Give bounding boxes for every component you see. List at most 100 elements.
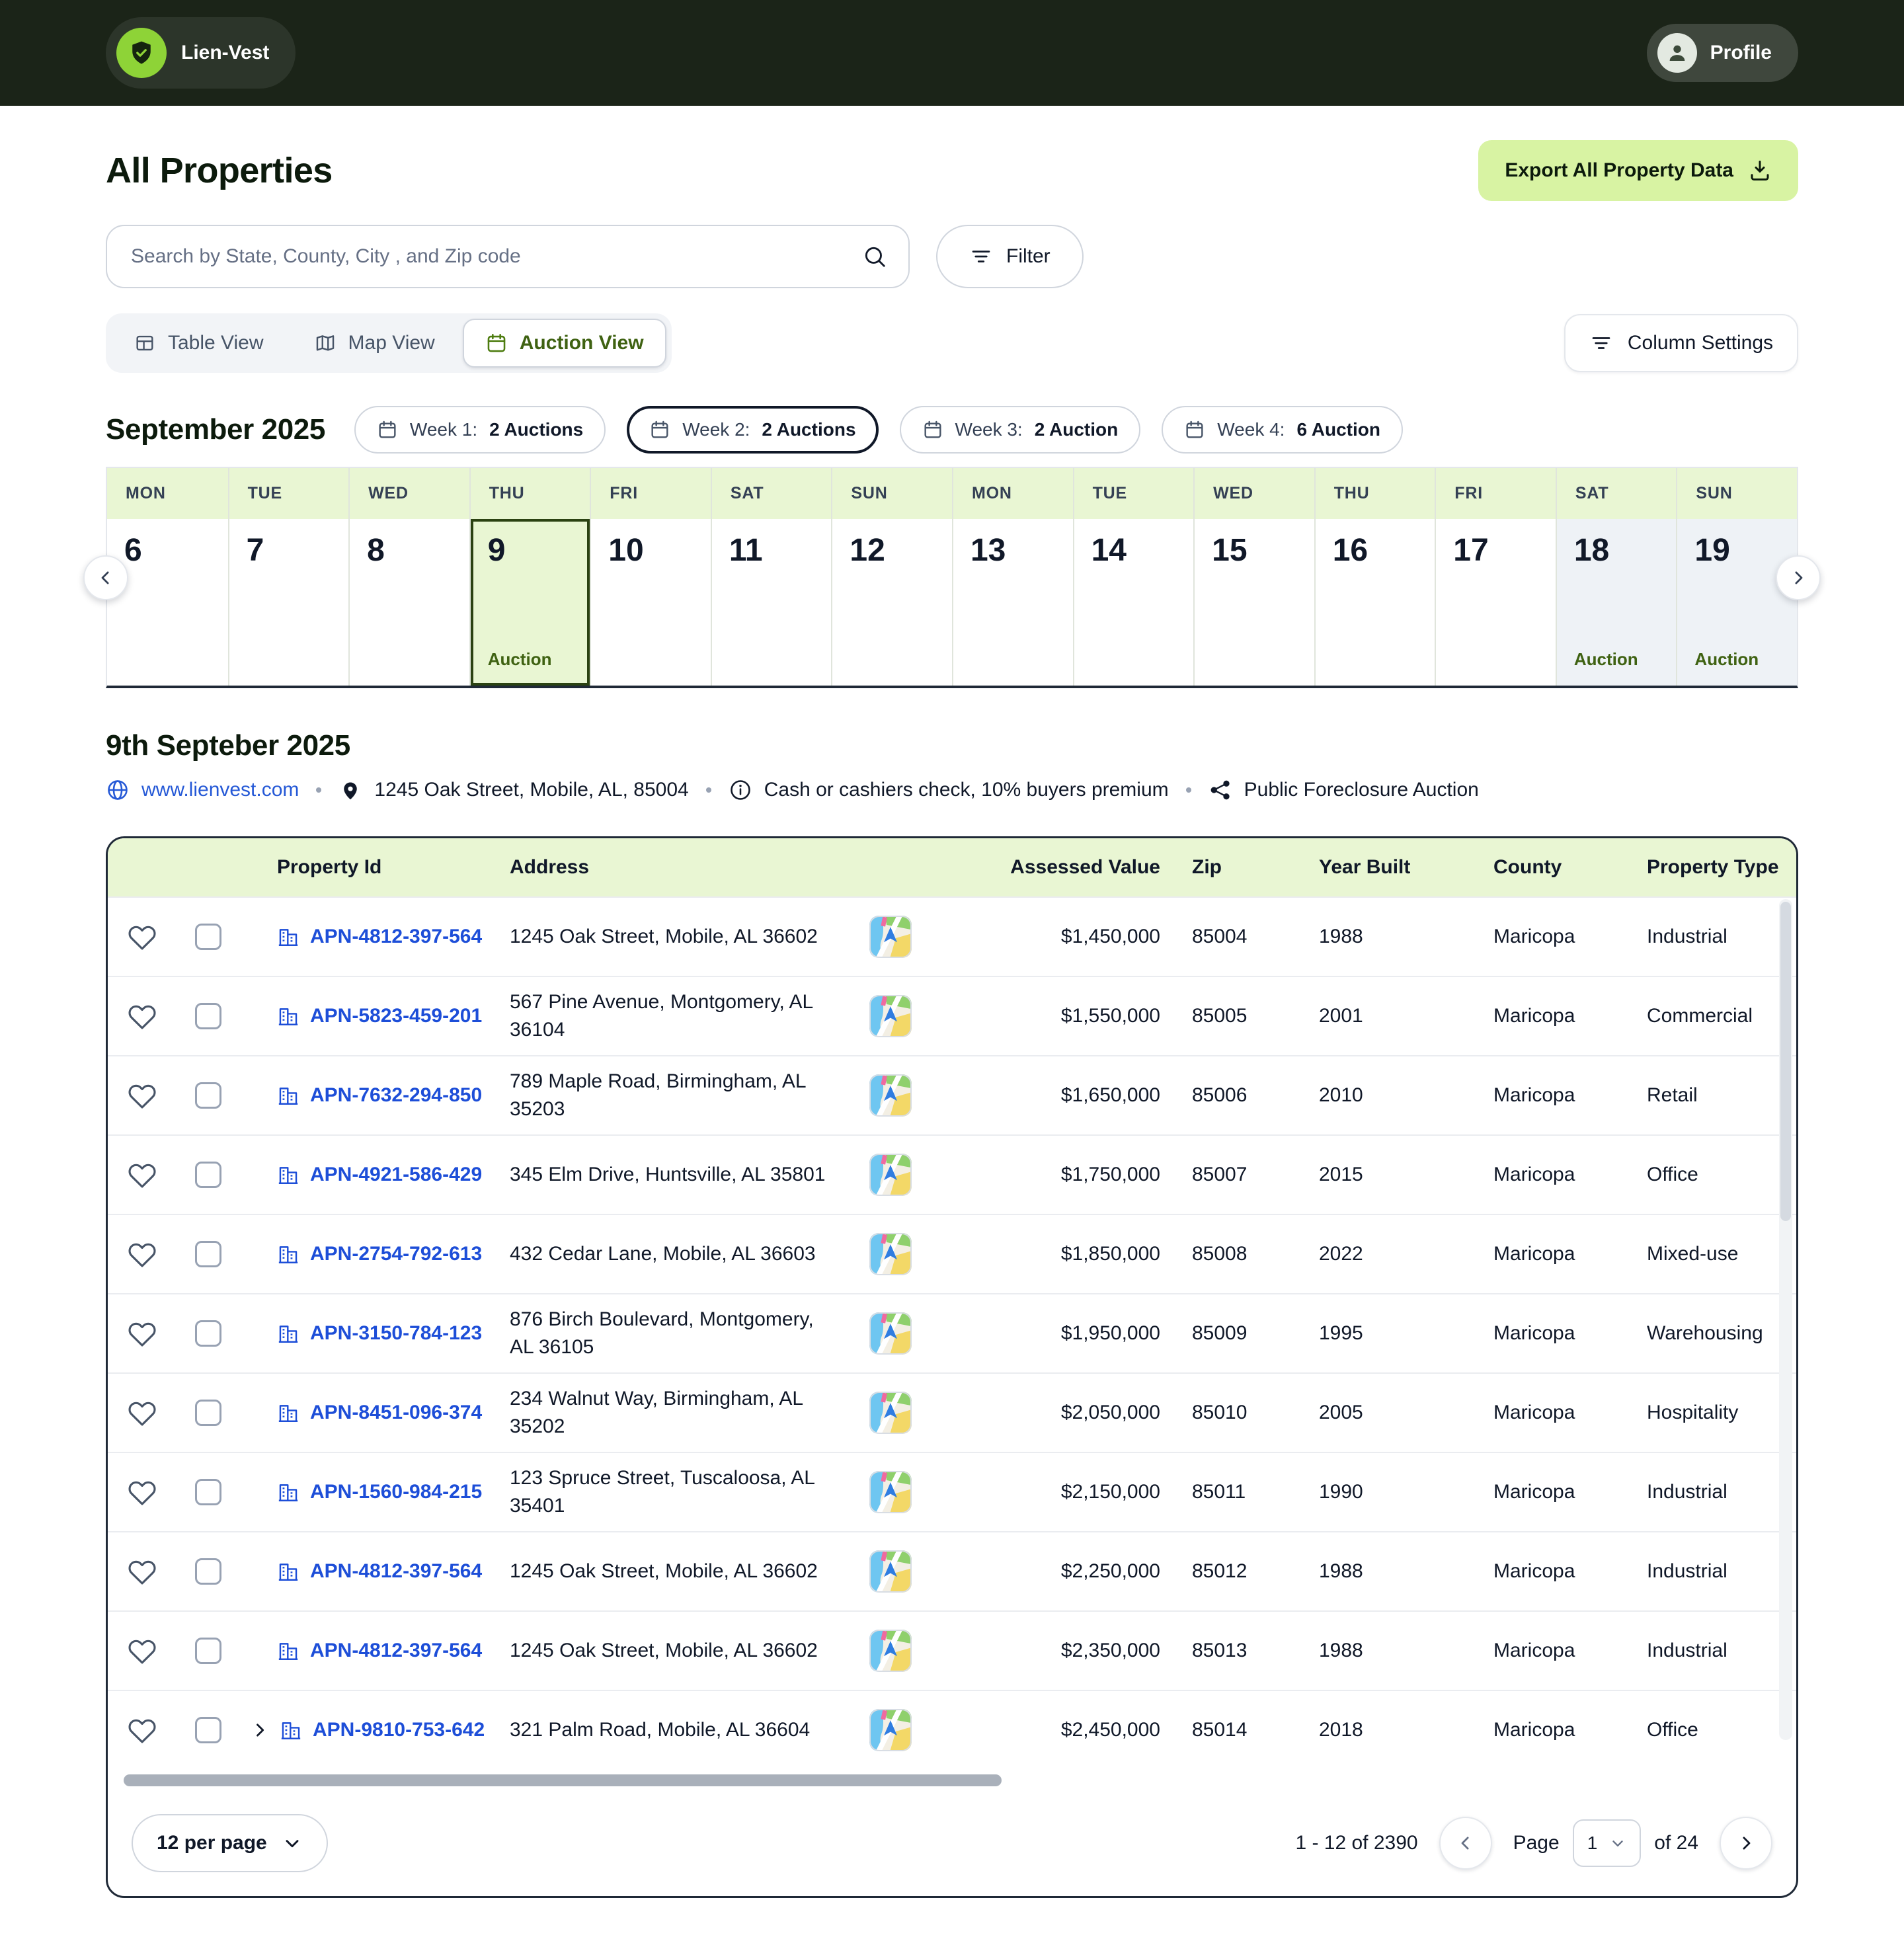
- row-checkbox[interactable]: [195, 1003, 221, 1029]
- map-preview-icon[interactable]: [869, 1074, 912, 1117]
- favorite-button[interactable]: [128, 1002, 157, 1031]
- property-id-link[interactable]: APN-4812-397-564: [310, 1560, 482, 1583]
- brand-name: Lien-Vest: [181, 42, 269, 64]
- calendar-next-button[interactable]: [1776, 555, 1821, 600]
- property-id-link[interactable]: APN-8451-096-374: [310, 1402, 482, 1424]
- property-id-link[interactable]: APN-4812-397-564: [310, 1640, 482, 1662]
- property-type-cell: Commercial: [1647, 1005, 1796, 1027]
- row-checkbox[interactable]: [195, 1082, 221, 1109]
- pagination-next-button[interactable]: [1720, 1817, 1772, 1870]
- calendar-column: TUE 14: [1073, 468, 1194, 686]
- horizontal-scrollbar-thumb[interactable]: [124, 1774, 1002, 1786]
- favorite-button[interactable]: [128, 1319, 157, 1348]
- property-id-link[interactable]: APN-5823-459-201: [310, 1005, 482, 1027]
- column-settings-button[interactable]: Column Settings: [1564, 314, 1798, 372]
- calendar-day-cell[interactable]: 10: [591, 519, 711, 686]
- map-preview-icon[interactable]: [869, 1233, 912, 1275]
- property-id-link[interactable]: APN-4812-397-564: [310, 926, 482, 948]
- row-checkbox[interactable]: [195, 1241, 221, 1267]
- vertical-scrollbar-thumb[interactable]: [1780, 902, 1791, 1221]
- row-checkbox[interactable]: [195, 1400, 221, 1426]
- calendar-day-cell[interactable]: 16: [1316, 519, 1435, 686]
- map-preview-icon[interactable]: [869, 1709, 912, 1751]
- favorite-button[interactable]: [128, 1240, 157, 1269]
- property-id-link[interactable]: APN-1560-984-215: [310, 1481, 482, 1503]
- calendar-date: 8: [367, 533, 385, 568]
- info-icon: [729, 778, 752, 802]
- tab-auction-view[interactable]: Auction View: [463, 319, 666, 368]
- favorite-button[interactable]: [128, 1716, 157, 1745]
- calendar-day-cell[interactable]: 6: [107, 519, 228, 686]
- week-chip[interactable]: Week 1: 2 Auctions: [354, 406, 606, 454]
- property-id-link[interactable]: APN-9810-753-642: [313, 1719, 485, 1741]
- zip-cell: 85005: [1192, 1005, 1319, 1027]
- favorite-button[interactable]: [128, 1636, 157, 1665]
- tab-map-view[interactable]: Map View: [292, 319, 457, 368]
- row-checkbox[interactable]: [195, 1717, 221, 1743]
- calendar-day-cell[interactable]: 19 Auction: [1677, 519, 1797, 686]
- page-number-select[interactable]: 1: [1573, 1819, 1642, 1867]
- map-preview-icon[interactable]: [869, 1154, 912, 1196]
- map-preview-icon[interactable]: [869, 995, 912, 1037]
- favorite-button[interactable]: [128, 1081, 157, 1110]
- property-id-link[interactable]: APN-7632-294-850: [310, 1084, 482, 1107]
- website-link[interactable]: www.lienvest.com: [141, 779, 299, 801]
- favorite-button[interactable]: [128, 1398, 157, 1427]
- row-checkbox[interactable]: [195, 1638, 221, 1664]
- week-chip[interactable]: Week 3: 2 Auction: [900, 406, 1141, 454]
- calendar-day-cell[interactable]: 14: [1074, 519, 1194, 686]
- week-chip-count: 6 Auction: [1296, 419, 1380, 440]
- filter-button[interactable]: Filter: [936, 225, 1084, 288]
- calendar-prev-button[interactable]: [83, 555, 128, 600]
- calendar-day-cell[interactable]: 17: [1436, 519, 1556, 686]
- calendar-day-cell[interactable]: 13: [953, 519, 1073, 686]
- week-chip[interactable]: Week 2: 2 Auctions: [627, 406, 878, 454]
- assessed-value-cell: $2,050,000: [949, 1402, 1192, 1424]
- row-checkbox[interactable]: [195, 1162, 221, 1188]
- week-chip[interactable]: Week 4: 6 Auction: [1162, 406, 1403, 454]
- favorite-button[interactable]: [128, 1478, 157, 1507]
- export-button[interactable]: Export All Property Data: [1478, 140, 1798, 201]
- calendar-day-cell[interactable]: 11: [712, 519, 832, 686]
- expand-chevron-icon[interactable]: [251, 1721, 269, 1739]
- tab-table-view[interactable]: Table View: [111, 319, 286, 368]
- zip-cell: 85009: [1192, 1322, 1319, 1345]
- property-id-link[interactable]: APN-2754-792-613: [310, 1243, 482, 1265]
- calendar-day-cell[interactable]: 7: [229, 519, 349, 686]
- map-preview-icon[interactable]: [869, 1312, 912, 1355]
- map-preview-icon[interactable]: [869, 916, 912, 958]
- map-preview-icon[interactable]: [869, 1392, 912, 1434]
- profile-button[interactable]: Profile: [1647, 24, 1798, 82]
- row-checkbox[interactable]: [195, 1558, 221, 1585]
- calendar-day-cell[interactable]: 18 Auction: [1557, 519, 1677, 686]
- map-preview-icon[interactable]: [869, 1630, 912, 1672]
- favorite-button[interactable]: [128, 1557, 157, 1586]
- calendar-dow-label: WED: [1195, 468, 1314, 519]
- week-chips: Week 1: 2 Auctions Week 2: 2 Auctions We…: [354, 406, 1403, 454]
- property-id-link[interactable]: APN-3150-784-123: [310, 1322, 482, 1345]
- calendar-date: 9: [488, 533, 506, 568]
- row-checkbox[interactable]: [195, 1320, 221, 1347]
- zip-cell: 85013: [1192, 1640, 1319, 1662]
- row-checkbox[interactable]: [195, 924, 221, 950]
- calendar-dow-label: THU: [1316, 468, 1435, 519]
- calendar-day-cell[interactable]: 15: [1195, 519, 1314, 686]
- calendar-day-cell[interactable]: 8: [350, 519, 469, 686]
- search-input[interactable]: [128, 244, 862, 269]
- calendar-day-cell[interactable]: 12: [832, 519, 952, 686]
- map-preview-icon[interactable]: [869, 1471, 912, 1513]
- property-id-link[interactable]: APN-4921-586-429: [310, 1164, 482, 1186]
- pagination-prev-button[interactable]: [1439, 1817, 1492, 1870]
- per-page-dropdown[interactable]: 12 per page: [132, 1814, 328, 1872]
- year-built-cell: 2001: [1319, 1005, 1478, 1027]
- brand-logo[interactable]: Lien-Vest: [106, 17, 296, 89]
- search-icon[interactable]: [862, 244, 887, 269]
- row-checkbox[interactable]: [195, 1479, 221, 1505]
- week-chip-label: Week 4:: [1217, 419, 1285, 440]
- favorite-button[interactable]: [128, 922, 157, 951]
- week-chip-count: 2 Auctions: [762, 419, 855, 440]
- week-chip-label: Week 3:: [955, 419, 1023, 440]
- favorite-button[interactable]: [128, 1160, 157, 1189]
- map-preview-icon[interactable]: [869, 1550, 912, 1593]
- calendar-day-cell[interactable]: 9 Auction: [471, 519, 590, 686]
